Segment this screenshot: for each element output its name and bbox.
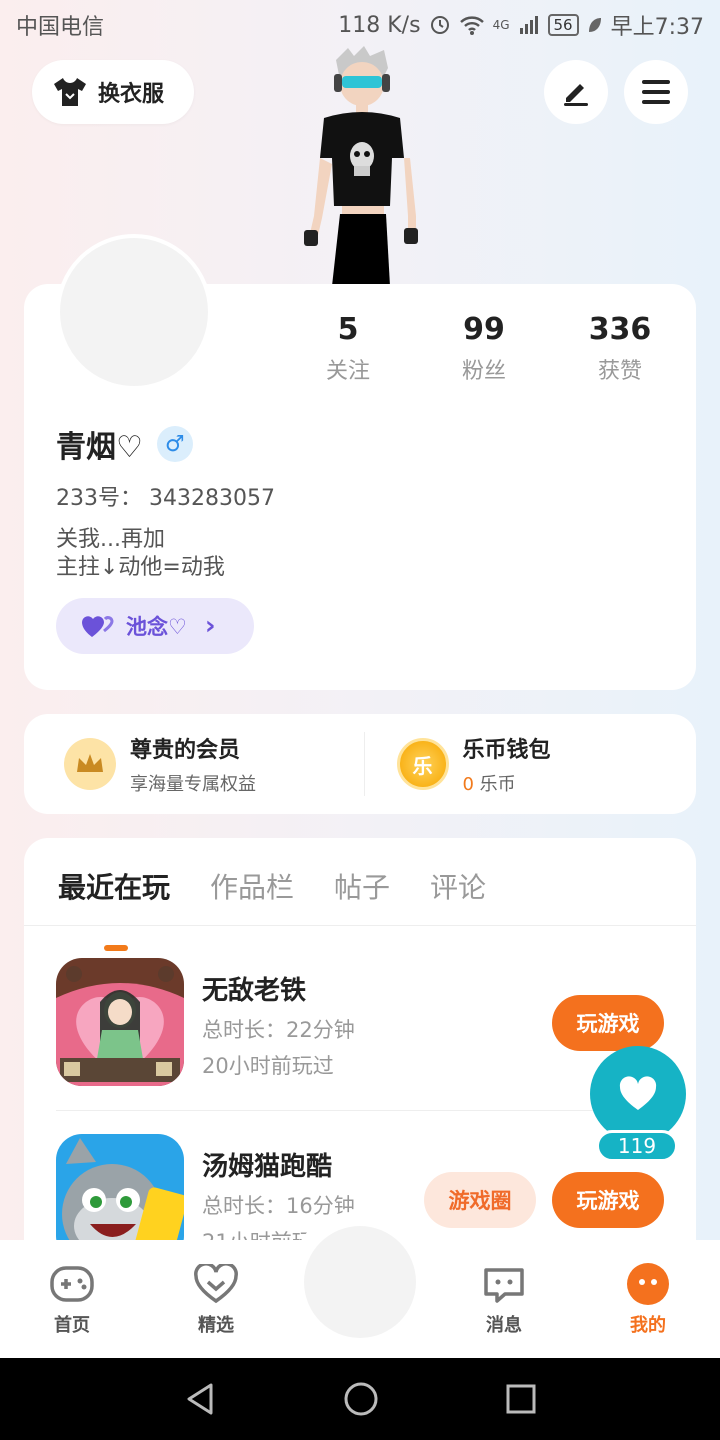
leaf-icon bbox=[588, 18, 601, 32]
bio-line-2: 主拄↓动他=动我 bbox=[56, 555, 225, 580]
nav-featured[interactable]: 精选 bbox=[156, 1261, 276, 1337]
play-game-button[interactable]: 玩游戏 bbox=[552, 1172, 664, 1228]
nav-home-label: 首页 bbox=[54, 1315, 90, 1336]
wallet-balance: 0 乐币 bbox=[463, 770, 551, 796]
heart-icon bbox=[619, 1076, 657, 1110]
relationship-tag[interactable]: 池念♡ › bbox=[56, 598, 254, 654]
followers-count: 99 bbox=[463, 312, 505, 347]
relationship-tag-label: 池念♡ bbox=[126, 615, 187, 639]
coin-icon: 乐 bbox=[396, 738, 449, 790]
system-nav-bar bbox=[0, 1358, 720, 1440]
games-card: 最近在玩 作品栏 帖子 评论 无敌老铁 总时长：22分钟 20小时前玩过 玩游戏… bbox=[24, 838, 696, 1258]
game-circle-button[interactable]: 游戏圈 bbox=[424, 1172, 536, 1228]
network-speed: 118 K/s bbox=[338, 12, 421, 38]
profile-tabs: 最近在玩 作品栏 帖子 评论 bbox=[24, 838, 696, 951]
profile-stats: 5 关注 99 粉丝 336 获赞 bbox=[280, 312, 688, 385]
network-type: 4G bbox=[492, 18, 510, 32]
like-button[interactable] bbox=[590, 1046, 686, 1142]
coin-unit: 乐币 bbox=[473, 774, 516, 795]
menu-icon bbox=[642, 80, 670, 104]
avatar-figure[interactable] bbox=[296, 46, 426, 286]
battery-indicator: 56 bbox=[547, 14, 579, 36]
tab-recently-played[interactable]: 最近在玩 bbox=[58, 866, 170, 951]
game-last-played: 20小时前玩过 bbox=[202, 1054, 334, 1078]
play-game-button[interactable]: 玩游戏 bbox=[552, 995, 664, 1051]
chat-icon bbox=[444, 1261, 564, 1307]
nickname: 青烟♡ bbox=[56, 430, 143, 465]
chevron-right-icon: › bbox=[204, 611, 216, 641]
heart-badge-icon bbox=[156, 1261, 276, 1307]
following-stat[interactable]: 5 关注 bbox=[280, 312, 416, 385]
wallet-entry[interactable]: 乐 乐币钱包 0 乐币 bbox=[363, 732, 697, 796]
crown-icon bbox=[64, 738, 116, 790]
profile-avatar[interactable] bbox=[56, 234, 212, 390]
signal-icon bbox=[519, 16, 538, 34]
wallet-title: 乐币钱包 bbox=[462, 738, 551, 763]
like-count: 119 bbox=[596, 1130, 678, 1162]
back-icon[interactable] bbox=[183, 1382, 217, 1416]
likes-label: 获赞 bbox=[597, 359, 642, 384]
following-count: 5 bbox=[337, 312, 359, 347]
status-bar: 中国电信 118 K/s 4G 56 早上7:37 bbox=[0, 0, 720, 50]
home-icon[interactable] bbox=[343, 1381, 379, 1417]
vip-entry[interactable]: 尊贵的会员 享海量专属权益 bbox=[24, 732, 364, 796]
bio: 关我...再加 主拄↓动他=动我 bbox=[56, 526, 225, 582]
male-icon: ♂ bbox=[156, 426, 193, 462]
status-right: 118 K/s 4G 56 早上7:37 bbox=[338, 9, 704, 41]
change-outfit-label: 换衣服 bbox=[98, 82, 165, 107]
alarm-icon bbox=[430, 16, 449, 34]
me-icon bbox=[588, 1261, 708, 1307]
nav-center-button[interactable] bbox=[304, 1226, 416, 1338]
game-name: 汤姆猫跑酷 bbox=[202, 1152, 333, 1182]
vip-title: 尊贵的会员 bbox=[130, 738, 241, 763]
hearts-icon bbox=[82, 616, 114, 637]
likes-stat[interactable]: 336 获赞 bbox=[552, 312, 688, 385]
game-icon bbox=[56, 958, 184, 1086]
nav-me[interactable]: 我的 bbox=[588, 1261, 708, 1337]
gamepad-icon bbox=[12, 1261, 132, 1307]
menu-button[interactable] bbox=[624, 60, 688, 124]
likes-count: 336 bbox=[588, 312, 652, 347]
tshirt-icon bbox=[54, 78, 86, 106]
game-row[interactable]: 无敌老铁 总时长：22分钟 20小时前玩过 玩游戏 bbox=[56, 928, 664, 1104]
bio-line-1: 关我...再加 bbox=[56, 527, 165, 552]
nickname-row: 青烟♡ ♂ bbox=[56, 422, 193, 466]
nav-me-label: 我的 bbox=[630, 1315, 666, 1336]
nav-messages-label: 消息 bbox=[486, 1315, 522, 1336]
tab-comments[interactable]: 评论 bbox=[430, 866, 486, 925]
coin-value: 0 bbox=[462, 774, 474, 795]
tab-works[interactable]: 作品栏 bbox=[210, 866, 294, 925]
wifi-icon bbox=[459, 16, 484, 35]
following-label: 关注 bbox=[325, 359, 370, 384]
tab-posts[interactable]: 帖子 bbox=[334, 866, 390, 925]
user-id[interactable]: 233号： 343283057 bbox=[56, 480, 275, 512]
game-name: 无敌老铁 bbox=[202, 976, 307, 1006]
followers-label: 粉丝 bbox=[461, 359, 506, 384]
carrier: 中国电信 bbox=[16, 15, 105, 40]
benefits-card: 尊贵的会员 享海量专属权益 乐 乐币钱包 0 乐币 bbox=[24, 714, 696, 814]
recents-icon[interactable] bbox=[505, 1383, 537, 1415]
pen-icon bbox=[564, 84, 588, 106]
followers-stat[interactable]: 99 粉丝 bbox=[416, 312, 552, 385]
edit-profile-button[interactable] bbox=[544, 60, 608, 124]
clock: 早上7:37 bbox=[610, 15, 704, 40]
change-outfit-button[interactable]: 换衣服 bbox=[32, 60, 194, 124]
vip-subtitle: 享海量专属权益 bbox=[130, 774, 256, 795]
game-duration: 总时长：22分钟 bbox=[202, 1018, 355, 1042]
coin-icon-text: 乐 bbox=[412, 753, 433, 778]
nav-featured-label: 精选 bbox=[198, 1315, 234, 1336]
nav-home[interactable]: 首页 bbox=[12, 1261, 132, 1337]
nav-messages[interactable]: 消息 bbox=[444, 1261, 564, 1337]
